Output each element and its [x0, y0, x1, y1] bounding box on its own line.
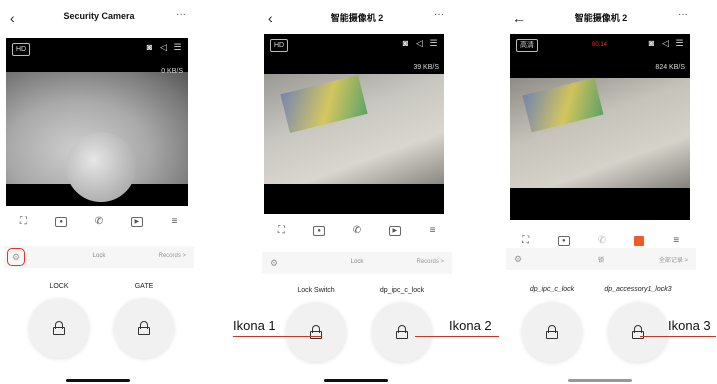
menu-icon[interactable]: ☰ — [675, 39, 684, 48]
more-options-icon[interactable]: ··· — [176, 8, 186, 22]
top-bar: ‹ Security Camera ··· — [4, 8, 194, 28]
monitor-blob — [280, 74, 368, 134]
home-indicator — [66, 379, 130, 382]
records-link[interactable]: Records > — [158, 253, 186, 259]
ikona-2-button[interactable] — [372, 302, 432, 362]
camera-scene — [264, 74, 444, 184]
screenshot-icon[interactable]: ● — [55, 217, 68, 227]
top-bar: ‹ 智能摄像机 2 ··· — [262, 8, 452, 28]
video-header: HD ◙ ◁ ☰ — [264, 34, 444, 56]
records-link[interactable]: 全部记录 > — [659, 255, 688, 264]
call-icon[interactable]: ✆ — [350, 224, 364, 238]
fullscreen-icon[interactable]: ⛶ — [519, 234, 533, 248]
padlock-icon — [138, 321, 150, 335]
hd-badge[interactable]: HD — [270, 39, 289, 52]
lock-button[interactable] — [29, 298, 89, 358]
lock-label-right: dp_accessory1_lock3 — [604, 286, 672, 293]
mute-icon[interactable]: ◁ — [661, 39, 670, 48]
recording-time: 00:14 — [592, 42, 608, 48]
home-indicator — [568, 379, 632, 382]
lock-switch-label: Lock Switch — [297, 287, 335, 294]
phone-screen-1: ‹ Security Camera ··· HD ◙ ◁ ☰ 0 KB/S ⛶ … — [4, 0, 194, 384]
lock-bar: ⚙ Lock Records > — [262, 252, 452, 274]
lock-label-left: dp_ipc_c_lock — [529, 286, 575, 293]
fullscreen-icon[interactable]: ⛶ — [16, 215, 30, 229]
camera-scene — [510, 77, 690, 188]
phone-screen-2: ‹ 智能摄像机 2 ··· HD ◙ ◁ ☰ 39 KB/S ⛶ ● ✆ ▶ ≡… — [262, 0, 452, 384]
snapshot-icon[interactable]: ◙ — [647, 39, 656, 48]
video-feed[interactable]: HD ◙ ◁ ☰ 39 KB/S — [264, 34, 444, 214]
padlock-icon — [396, 325, 408, 339]
page-title: 智能摄像机 2 — [330, 13, 384, 23]
ikona-3-button[interactable] — [608, 302, 668, 362]
mute-icon[interactable]: ◁ — [415, 39, 424, 48]
page: ‹ Security Camera ··· HD ◙ ◁ ☰ 0 KB/S ⛶ … — [0, 0, 717, 384]
camera-scene — [6, 72, 188, 202]
fullscreen-icon[interactable]: ⛶ — [274, 224, 288, 238]
lock-bar: ⚙ 锁 全部记录 > — [506, 248, 696, 270]
list-icon[interactable]: ≡ — [168, 215, 182, 229]
bitrate-label: 0 KB/S — [161, 68, 183, 75]
annotation-line-3 — [640, 336, 716, 337]
lock-button-label: LOCK — [49, 283, 69, 290]
record-video-icon[interactable]: ▶ — [388, 226, 401, 236]
annotation-ikona-2: Ikona 2 — [449, 318, 492, 333]
padlock-icon — [53, 321, 65, 335]
control-row: ⛶ ● ✆ ▶ ≡ — [4, 214, 194, 230]
home-indicator — [324, 379, 388, 382]
snapshot-icon[interactable]: ◙ — [401, 39, 410, 48]
stop-record-icon[interactable] — [634, 236, 645, 246]
list-icon[interactable]: ≡ — [669, 234, 683, 248]
video-feed[interactable]: 高清 00:14 ◙ ◁ ☰ 824 KB/S — [510, 34, 690, 220]
more-options-icon[interactable]: ··· — [434, 8, 444, 22]
control-row: ⛶ ● ✆ ▶ ≡ — [262, 223, 452, 239]
monitor-blob — [522, 77, 604, 133]
video-feed[interactable]: HD ◙ ◁ ☰ 0 KB/S — [6, 38, 188, 206]
hd-badge[interactable]: 高清 — [516, 39, 538, 52]
lock-bar: ⚙ Lock Records > — [4, 246, 194, 268]
lock-switch-label-2: dp_ipc_c_lock — [379, 287, 425, 294]
snapshot-icon[interactable]: ◙ — [145, 43, 154, 52]
list-icon[interactable]: ≡ — [426, 224, 440, 238]
more-options-icon[interactable]: ··· — [678, 8, 688, 22]
gate-button[interactable] — [114, 298, 174, 358]
record-video-icon[interactable]: ▶ — [130, 217, 143, 227]
bitrate-label: 39 KB/S — [413, 64, 439, 71]
mute-icon[interactable]: ◁ — [159, 43, 168, 52]
lens-blur — [66, 132, 136, 202]
page-title: Security Camera — [63, 11, 135, 21]
video-header: HD ◙ ◁ ☰ — [6, 38, 188, 60]
top-bar: ← 智能摄像机 2 ··· — [506, 8, 696, 28]
screenshot-icon[interactable]: ● — [557, 236, 570, 246]
menu-icon[interactable]: ☰ — [429, 39, 438, 48]
annotation-line-2 — [415, 336, 499, 337]
hd-badge[interactable]: HD — [12, 43, 31, 56]
lock-button-left[interactable] — [522, 302, 582, 362]
annotation-ikona-3: Ikona 3 — [668, 318, 711, 333]
page-title: 智能摄像机 2 — [574, 13, 628, 23]
bitrate-label: 824 KB/S — [655, 64, 685, 71]
gate-button-label: GATE — [134, 283, 154, 290]
screenshot-icon[interactable]: ● — [313, 226, 326, 236]
annotation-line-1 — [233, 336, 321, 337]
records-link[interactable]: Records > — [416, 259, 444, 265]
menu-icon[interactable]: ☰ — [173, 43, 182, 52]
video-header: 高清 00:14 ◙ ◁ ☰ — [510, 34, 690, 56]
control-row: ⛶ ● ✆ ≡ — [506, 233, 696, 249]
ikona-1-button[interactable] — [286, 302, 346, 362]
call-icon[interactable]: ✆ — [595, 234, 609, 248]
call-icon[interactable]: ✆ — [92, 215, 106, 229]
padlock-icon — [546, 325, 558, 339]
annotation-ikona-1: Ikona 1 — [233, 318, 276, 333]
